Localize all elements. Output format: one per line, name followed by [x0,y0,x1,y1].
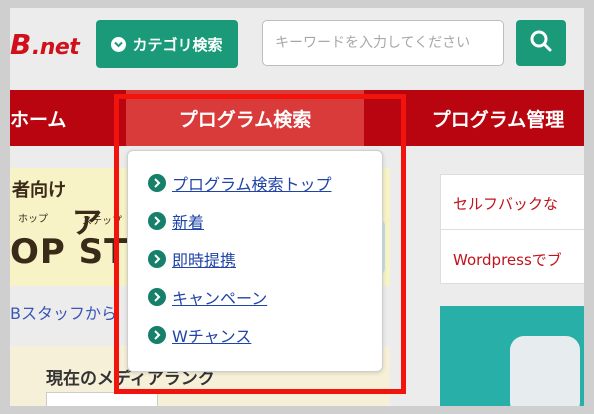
side-banner[interactable] [440,306,584,406]
search-button[interactable] [516,20,566,66]
dropdown-item-label: 即時提携 [172,251,237,270]
nav-home[interactable]: ホーム [10,90,88,146]
chevron-right-icon [148,288,166,306]
dropdown-item-program-search-top[interactable]: プログラム検索トップ [148,171,332,195]
chevron-right-icon [148,174,166,192]
dropdown-item-campaign[interactable]: キャンペーン [148,285,267,309]
category-search-label: カテゴリ検索 [132,35,223,54]
dropdown-item-label: プログラム検索トップ [172,175,332,194]
media-rank-field [46,392,158,406]
program-search-dropdown: プログラム検索トップ 新着 即時提携 キャンペーン Wチャンス [127,150,383,372]
chevron-right-icon [148,212,166,230]
page-frame: B.net カテゴリ検索 ホーム プログラム検索 プログラム管理 者向け ア ホ… [10,8,584,406]
banner-ruby: ステップ [82,216,122,227]
site-logo[interactable]: B.net [10,28,80,61]
chevron-down-icon [111,36,127,52]
dropdown-item-label: キャンペーン [172,289,268,308]
dropdown-item-new[interactable]: 新着 [148,209,204,233]
main-nav: ホーム プログラム検索 プログラム管理 [10,90,584,146]
divider [441,229,584,230]
dropdown-item-instant[interactable]: 即時提携 [148,247,236,271]
search-icon [529,29,553,57]
dropdown-item-label: 新着 [172,213,205,232]
side-banner-illustration [510,336,580,406]
chevron-right-icon [148,326,166,344]
side-card-link[interactable]: Wordpressでブ [453,249,562,270]
chevron-right-icon [148,250,166,268]
category-search-button[interactable]: カテゴリ検索 [96,20,238,68]
dropdown-item-w-chance[interactable]: Wチャンス [148,323,251,347]
side-card: セルフバックな Wordpressでブ [440,174,584,284]
nav-program-manage[interactable]: プログラム管理 [412,90,584,146]
staff-link[interactable]: Bスタッフから [10,300,117,324]
banner-text: 者向け [12,180,66,201]
search-input[interactable] [262,20,504,66]
nav-program-search[interactable]: プログラム検索 [126,90,364,146]
side-card-link[interactable]: セルフバックな [453,193,558,214]
dropdown-item-label: Wチャンス [172,327,252,346]
banner-ruby: ホップ [18,214,48,225]
